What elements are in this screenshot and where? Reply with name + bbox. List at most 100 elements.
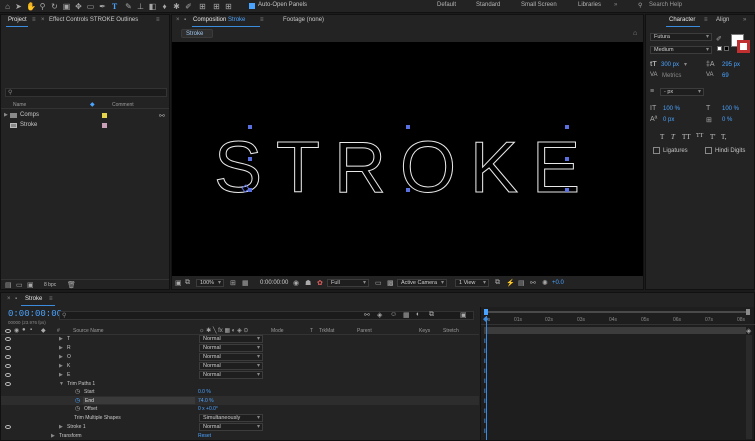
snapshot-icon[interactable]: ◉ — [293, 279, 299, 287]
resolution-select[interactable]: Full — [327, 279, 369, 287]
puppet-overlap-tool-icon[interactable]: ✐ — [184, 2, 193, 11]
font-size-value[interactable]: 300 px — [661, 62, 679, 68]
flowchart-icon[interactable]: ⚯ — [159, 112, 165, 120]
panel-overflow-icon[interactable]: » — [743, 17, 746, 23]
leading-value[interactable]: 295 px — [722, 62, 740, 68]
comp-mini-flowchart-icon[interactable]: ⚯ — [364, 311, 370, 319]
collapse-arrow-icon[interactable]: ▼ — [59, 381, 64, 387]
chart-icon[interactable]: ▣ — [460, 311, 467, 319]
time-graph[interactable]: 0s 01s 02s 03s 04s 05s 06s 07s 08s ◆ ◈ I… — [480, 307, 755, 440]
selection-tool-icon[interactable]: ➤ — [14, 2, 23, 11]
layer-search-input[interactable]: ⚲ — [59, 311, 474, 320]
table-row[interactable]: ▶ K Normal — [1, 361, 479, 370]
stroke-mode-select[interactable]: Normal — [199, 423, 263, 431]
workspace-small-screen[interactable]: Small Screen — [521, 2, 557, 8]
workspace-standard[interactable]: Standard — [476, 2, 500, 8]
lock-icon[interactable]: ⌂ — [633, 30, 637, 37]
layer-mode-select[interactable]: Normal — [199, 371, 263, 379]
current-time[interactable]: 0:00:00:00 — [260, 280, 288, 286]
table-row[interactable]: ▶ E Normal — [1, 370, 479, 379]
menu-icon[interactable]: ≡ — [49, 296, 53, 302]
comp-marker-icon[interactable]: ◈ — [746, 327, 751, 335]
col-stretch[interactable]: Stretch — [443, 328, 459, 334]
region-of-interest-icon[interactable]: ▭ — [375, 279, 382, 287]
table-row[interactable]: ▶ R Normal — [1, 343, 479, 352]
eye-icon[interactable] — [5, 373, 11, 377]
workspace-overflow-icon[interactable]: » — [614, 2, 617, 8]
all-caps-button[interactable]: TT — [682, 133, 691, 141]
stopwatch-icon[interactable]: ◷ — [75, 397, 80, 404]
small-caps-button[interactable]: TT — [696, 133, 703, 139]
close-icon[interactable]: × — [7, 296, 11, 302]
stroke-color-swatch[interactable] — [737, 40, 750, 53]
start-value[interactable]: 0.0 % — [198, 389, 211, 395]
bounding-handle[interactable] — [248, 157, 252, 161]
effect-controls-menu-icon[interactable]: ≡ — [156, 17, 160, 23]
pixel-aspect-icon[interactable]: ⧉ — [495, 279, 500, 287]
work-area-end-handle[interactable] — [746, 309, 750, 315]
puppet-pin-tool-icon[interactable]: ✱ — [172, 2, 181, 11]
home-icon[interactable]: ⌂ — [3, 2, 12, 11]
keyframe-marker[interactable]: I — [484, 389, 486, 395]
time-ruler[interactable]: 0s 01s 02s 03s 04s 05s 06s 07s 08s — [481, 316, 755, 325]
fast-previews-icon[interactable]: ⚡ — [506, 279, 515, 287]
bounding-handle[interactable] — [565, 125, 569, 129]
black-swatch[interactable] — [724, 46, 729, 51]
view-axis-icon[interactable]: ⊞ — [224, 2, 233, 11]
close-icon[interactable]: × — [41, 17, 45, 23]
trim-multiple-select[interactable]: Simultaneously — [199, 414, 263, 422]
solo-icon[interactable]: ● — [22, 327, 26, 333]
label-tag-icon[interactable]: ◆ — [90, 101, 95, 108]
trim-paths-row[interactable]: ▼ Trim Paths 1 — [1, 379, 479, 388]
label-color-swatch[interactable] — [102, 113, 107, 118]
exposure-reset-icon[interactable]: ✺ — [542, 279, 548, 287]
hand-tool-icon[interactable]: ✋ — [26, 2, 36, 11]
keyframe-marker[interactable]: I — [484, 409, 486, 415]
menu-icon[interactable]: ≡ — [32, 17, 36, 23]
col-source-name[interactable]: Source Name — [73, 328, 104, 334]
hindi-digits-checkbox[interactable] — [705, 147, 712, 154]
font-family-select[interactable]: Futura — [650, 33, 712, 41]
offset-value[interactable]: 0 x +0.0° — [198, 406, 218, 412]
expand-arrow-icon[interactable]: ▶ — [59, 363, 63, 369]
eye-icon[interactable] — [5, 364, 11, 368]
local-axis-icon[interactable]: ⊞ — [198, 2, 207, 11]
property-row-start[interactable]: ◷ Start 0.0 % — [1, 388, 479, 396]
search-icon[interactable]: ⚲ — [638, 2, 642, 9]
menu-icon[interactable]: ≡ — [704, 17, 708, 23]
expand-arrow-icon[interactable]: ▶ — [59, 372, 63, 378]
bounding-handle[interactable] — [406, 188, 410, 192]
eye-icon[interactable] — [5, 329, 11, 333]
keyframe-marker[interactable]: I — [484, 429, 486, 435]
search-help-input[interactable]: Search Help — [649, 2, 682, 8]
trash-icon[interactable]: 🗑 — [67, 281, 76, 289]
property-row-offset[interactable]: ◷ Offset 0 x +0.0° — [1, 405, 479, 413]
eraser-tool-icon[interactable]: ◧ — [148, 2, 157, 11]
render-queue-icon[interactable]: ▪ — [15, 296, 17, 302]
shy-layers-icon[interactable]: ☺ — [390, 311, 397, 318]
expand-arrow-icon[interactable]: ▶ — [51, 433, 55, 439]
layer-duration-bar[interactable] — [484, 327, 746, 334]
bounding-handle[interactable] — [248, 125, 252, 129]
list-item[interactable]: Stroke — [1, 121, 169, 130]
list-item[interactable]: ▶ Comps — [1, 111, 169, 120]
tracking-value[interactable]: 69 — [722, 73, 729, 79]
graph-editor-icon[interactable]: ⧉ — [429, 311, 434, 319]
magnification-select[interactable]: 100% — [196, 279, 224, 287]
timeline-icon[interactable]: ▤ — [518, 279, 525, 287]
menu-icon[interactable]: ≡ — [260, 17, 264, 23]
flowchart-icon[interactable]: ⚯ — [530, 279, 536, 287]
col-name[interactable]: Name — [13, 102, 26, 108]
interpret-footage-icon[interactable]: ▤ — [5, 281, 12, 289]
expand-arrow-icon[interactable]: ▶ — [4, 112, 8, 118]
col-keys[interactable]: Keys — [419, 328, 430, 334]
layer-mode-select[interactable]: Normal — [199, 344, 263, 352]
eye-icon[interactable] — [5, 382, 11, 386]
tab-effect-controls[interactable]: Effect Controls STROKE Outlines — [49, 17, 138, 23]
current-timecode[interactable]: 0:00:00:00 — [8, 309, 62, 319]
tab-align[interactable]: Align — [716, 17, 729, 23]
tab-composition[interactable]: Composition Stroke — [193, 17, 245, 23]
expand-arrow-icon[interactable]: ▶ — [59, 424, 63, 430]
world-axis-icon[interactable]: ⊞ — [212, 2, 221, 11]
superscript-button[interactable]: T' — [710, 133, 716, 141]
